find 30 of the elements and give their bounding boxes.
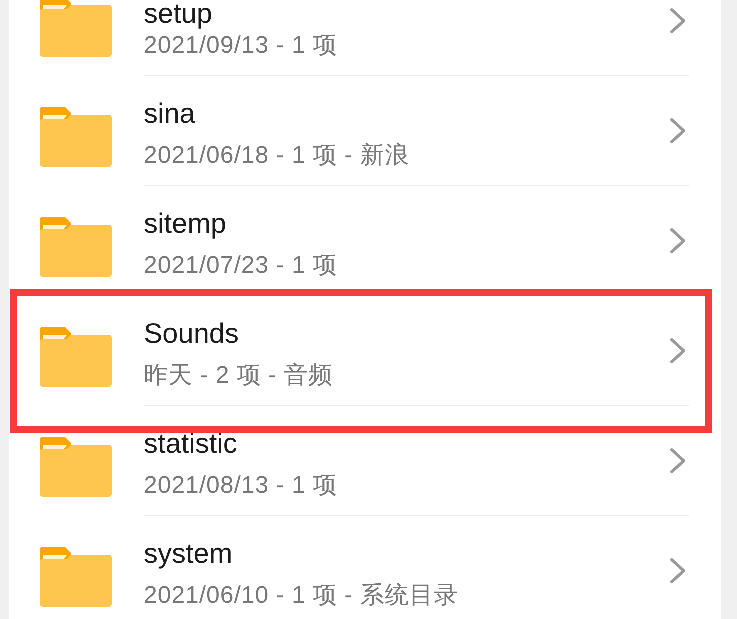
folder-details: 2021/06/10 - 1 项 - 系统目录 bbox=[144, 581, 458, 611]
folder-row[interactable]: statistic 2021/08/13 - 1 项 bbox=[9, 406, 721, 516]
folder-row[interactable]: setup 2021/09/13 - 1 项 bbox=[9, 0, 721, 76]
folder-icon bbox=[40, 327, 112, 387]
folder-icon bbox=[40, 437, 112, 497]
chevron-right-icon bbox=[670, 118, 686, 144]
folder-details: 2021/08/13 - 1 项 bbox=[144, 471, 338, 501]
folder-name: sina bbox=[144, 97, 196, 131]
folder-icon bbox=[40, 107, 112, 167]
folder-icon bbox=[40, 217, 112, 277]
chevron-right-icon bbox=[670, 228, 686, 254]
folder-name: Sounds bbox=[144, 317, 239, 351]
folder-name: system bbox=[144, 537, 233, 571]
folder-details: 2021/06/18 - 1 项 - 新浪 bbox=[144, 141, 410, 171]
chevron-right-icon bbox=[670, 558, 686, 584]
folder-details: 2021/09/13 - 1 项 bbox=[144, 31, 338, 61]
folder-details: 2021/07/23 - 1 项 bbox=[144, 251, 338, 281]
chevron-right-icon bbox=[670, 8, 686, 34]
chevron-right-icon bbox=[670, 448, 686, 474]
folder-name: statistic bbox=[144, 427, 238, 461]
folder-row[interactable]: sitemp 2021/07/23 - 1 项 bbox=[9, 186, 721, 296]
folder-icon bbox=[40, 547, 112, 607]
folder-details: 昨天 - 2 项 - 音频 bbox=[144, 361, 334, 391]
folder-row[interactable]: sina 2021/06/18 - 1 项 - 新浪 bbox=[9, 76, 721, 186]
folder-name: setup bbox=[144, 0, 212, 28]
folder-name: sitemp bbox=[144, 207, 226, 241]
folder-icon bbox=[40, 0, 112, 57]
folder-row[interactable]: Sounds 昨天 - 2 项 - 音频 bbox=[9, 296, 721, 406]
folder-row[interactable]: system 2021/06/10 - 1 项 - 系统目录 bbox=[9, 516, 721, 619]
chevron-right-icon bbox=[670, 338, 686, 364]
